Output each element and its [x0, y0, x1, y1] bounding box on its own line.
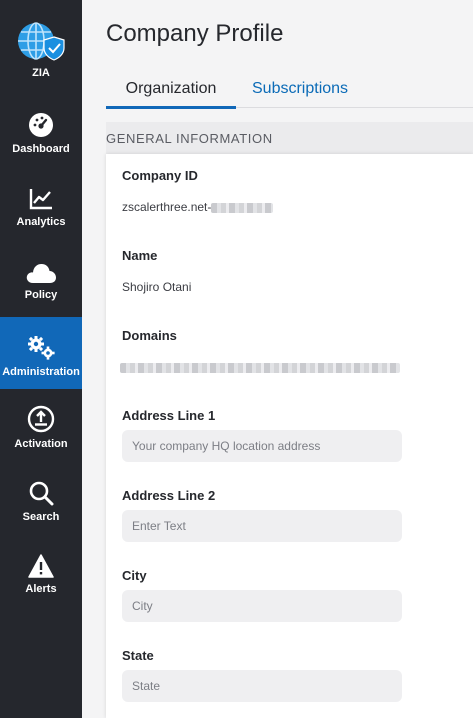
company-id-text: zscalerthree.net- [122, 200, 212, 214]
page-title: Company Profile [106, 20, 284, 47]
redacted-block [120, 362, 400, 373]
name-value: Shojiro Otani [122, 280, 192, 294]
tab-subscriptions[interactable]: Subscriptions [252, 80, 348, 108]
domains-label: Domains [122, 328, 177, 343]
activation-icon [27, 405, 55, 433]
city-input[interactable] [122, 590, 402, 622]
cloud-icon [26, 264, 56, 283]
address-line-1-input[interactable] [122, 430, 402, 462]
sidebar-item-activation[interactable]: Activation [0, 405, 82, 477]
section-title: GENERAL INFORMATION [106, 131, 273, 146]
redacted-block [211, 202, 274, 213]
company-id-label: Company ID [122, 168, 198, 183]
globe-shield-icon [18, 22, 65, 61]
name-label: Name [122, 248, 158, 263]
tab-bar: Organization Subscriptions [106, 76, 473, 109]
address-line-1-label: Address Line 1 [122, 408, 216, 423]
dashboard-icon [29, 113, 53, 137]
tab-organization[interactable]: Organization [106, 80, 236, 109]
company-id-value: zscalerthree.net- [122, 200, 274, 214]
address-line-2-input[interactable] [122, 510, 402, 542]
state-input[interactable] [122, 670, 402, 702]
sidebar-item-analytics[interactable]: Analytics [0, 187, 82, 259]
city-label: City [122, 568, 147, 583]
state-label: State [122, 648, 154, 663]
sidebar: ZIA Dashboard Analytics Policy Administr… [0, 0, 82, 718]
section-header: GENERAL INFORMATION [106, 122, 473, 154]
address-line-2-label: Address Line 2 [122, 488, 216, 503]
search-icon [29, 481, 54, 506]
zia-logo[interactable]: ZIA [0, 20, 82, 79]
sidebar-item-alerts[interactable]: Alerts [0, 554, 82, 626]
general-information-card: Company ID zscalerthree.net- Name Shojir… [106, 154, 473, 718]
gears-icon [28, 336, 55, 360]
analytics-icon [29, 189, 52, 210]
domains-value [120, 360, 400, 374]
sidebar-item-dashboard[interactable]: Dashboard [0, 112, 82, 184]
product-label: ZIA [32, 67, 50, 79]
sidebar-item-search[interactable]: Search [0, 480, 82, 552]
sidebar-item-administration[interactable]: Administration [0, 317, 82, 389]
main-content: Company Profile Organization Subscriptio… [82, 0, 473, 718]
alert-icon [28, 554, 54, 578]
